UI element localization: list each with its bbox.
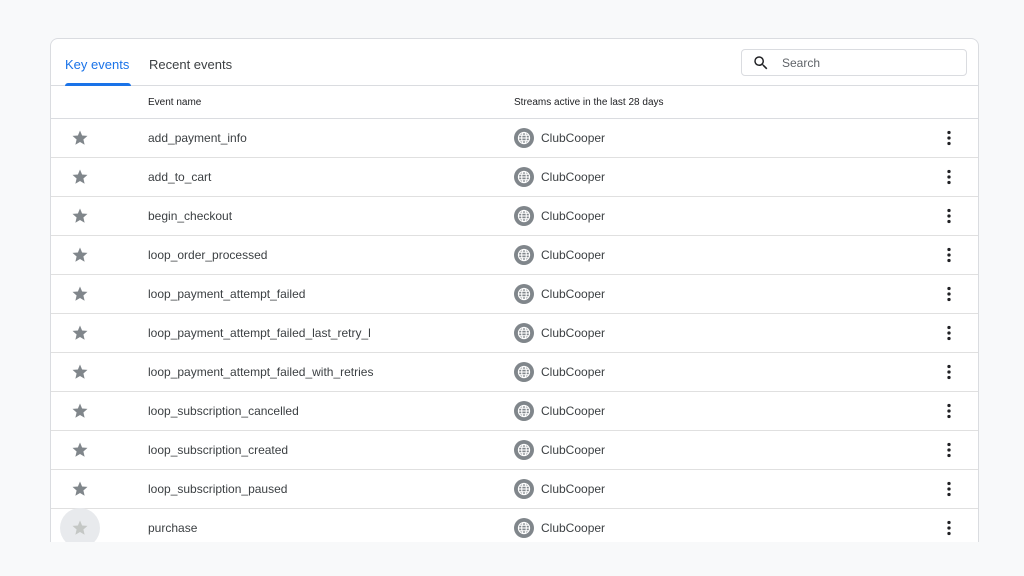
star-icon xyxy=(72,442,88,457)
event-name: add_payment_info xyxy=(148,131,247,145)
globe-icon xyxy=(514,401,534,421)
stream-name: ClubCooper xyxy=(541,170,606,184)
key-event-star-button[interactable] xyxy=(60,508,100,542)
stream-name: ClubCooper xyxy=(541,404,606,418)
tab-key-events-label: Key events xyxy=(65,57,130,72)
tab-recent-events[interactable]: Recent events xyxy=(149,39,232,86)
search-input[interactable] xyxy=(782,53,957,72)
key-event-star-button[interactable] xyxy=(60,430,100,470)
tab-key-events[interactable]: Key events xyxy=(63,39,132,86)
table-row: add_to_cart ClubCooper xyxy=(51,158,978,197)
globe-icon xyxy=(514,284,534,304)
table-body: add_payment_info ClubCooper add_to_cart xyxy=(51,119,978,542)
more-vert-icon[interactable] xyxy=(938,322,960,344)
stream-name: ClubCooper xyxy=(541,521,606,535)
key-event-star-button[interactable] xyxy=(60,313,100,353)
table-row: purchase ClubCooper xyxy=(51,508,978,542)
globe-icon xyxy=(514,440,534,460)
event-name: loop_payment_attempt_failed_last_retry_l xyxy=(148,326,371,340)
star-icon xyxy=(72,130,88,145)
globe-icon xyxy=(514,206,534,226)
column-header-event-name[interactable]: Event name xyxy=(148,97,201,108)
key-event-star-button[interactable] xyxy=(60,274,100,314)
globe-icon xyxy=(514,245,534,265)
search-box[interactable] xyxy=(741,49,967,76)
table-row: loop_payment_attempt_failed_last_retry_l… xyxy=(51,314,978,353)
more-vert-icon[interactable] xyxy=(938,244,960,266)
tab-bar: Key events Recent events xyxy=(51,39,978,86)
stream-name: ClubCooper xyxy=(541,326,606,340)
star-icon xyxy=(72,208,88,223)
star-icon xyxy=(72,169,88,184)
table-row: loop_subscription_paused ClubCooper xyxy=(51,470,978,509)
star-icon xyxy=(72,481,88,496)
search-icon xyxy=(754,56,768,70)
stream-name: ClubCooper xyxy=(541,248,606,262)
table-row: add_payment_info ClubCooper xyxy=(51,119,978,158)
stream-name: ClubCooper xyxy=(541,365,606,379)
table-row: loop_payment_attempt_failed ClubCooper xyxy=(51,275,978,314)
table-header: Event name Streams active in the last 28… xyxy=(51,86,978,119)
event-name: loop_payment_attempt_failed_with_retries xyxy=(148,365,374,379)
event-name: loop_subscription_paused xyxy=(148,482,288,496)
column-header-streams[interactable]: Streams active in the last 28 days xyxy=(514,97,664,108)
more-vert-icon[interactable] xyxy=(938,283,960,305)
more-vert-icon[interactable] xyxy=(938,205,960,227)
globe-icon xyxy=(514,167,534,187)
more-vert-icon[interactable] xyxy=(938,517,960,539)
globe-icon xyxy=(514,323,534,343)
event-name: loop_payment_attempt_failed xyxy=(148,287,306,301)
key-event-star-button[interactable] xyxy=(60,391,100,431)
event-name: begin_checkout xyxy=(148,209,233,223)
tab-recent-events-label: Recent events xyxy=(149,57,233,72)
star-icon xyxy=(72,403,88,418)
key-event-star-button[interactable] xyxy=(60,118,100,158)
more-vert-icon[interactable] xyxy=(938,400,960,422)
stream-name: ClubCooper xyxy=(541,443,606,457)
star-icon xyxy=(72,364,88,379)
globe-icon xyxy=(514,128,534,148)
star-icon xyxy=(72,520,88,535)
key-event-star-button[interactable] xyxy=(60,352,100,392)
stream-name: ClubCooper xyxy=(541,482,606,496)
table-row: loop_subscription_created ClubCooper xyxy=(51,431,978,470)
key-event-star-button[interactable] xyxy=(60,196,100,236)
globe-icon xyxy=(514,362,534,382)
event-name: loop_subscription_cancelled xyxy=(148,404,299,418)
star-icon xyxy=(72,325,88,340)
globe-icon xyxy=(514,479,534,499)
star-icon xyxy=(72,286,88,301)
stream-name: ClubCooper xyxy=(541,209,606,223)
key-event-star-button[interactable] xyxy=(60,469,100,509)
table-row: begin_checkout ClubCooper xyxy=(51,197,978,236)
globe-icon xyxy=(514,518,534,538)
key-events-card: Key events Recent events Event name Stre… xyxy=(50,38,979,542)
event-name: loop_subscription_created xyxy=(148,443,289,457)
more-vert-icon[interactable] xyxy=(938,439,960,461)
event-name: purchase xyxy=(148,521,198,535)
star-icon xyxy=(72,247,88,262)
stream-name: ClubCooper xyxy=(541,287,606,301)
key-event-star-button[interactable] xyxy=(60,157,100,197)
more-vert-icon[interactable] xyxy=(938,361,960,383)
stream-name: ClubCooper xyxy=(541,131,606,145)
table-row: loop_payment_attempt_failed_with_retries… xyxy=(51,353,978,392)
event-name: loop_order_processed xyxy=(148,248,268,262)
key-event-star-button[interactable] xyxy=(60,235,100,275)
event-name: add_to_cart xyxy=(148,170,212,184)
more-vert-icon[interactable] xyxy=(938,166,960,188)
table-row: loop_subscription_cancelled ClubCooper xyxy=(51,392,978,431)
table-row: loop_order_processed ClubCooper xyxy=(51,236,978,275)
more-vert-icon[interactable] xyxy=(938,127,960,149)
more-vert-icon[interactable] xyxy=(938,478,960,500)
